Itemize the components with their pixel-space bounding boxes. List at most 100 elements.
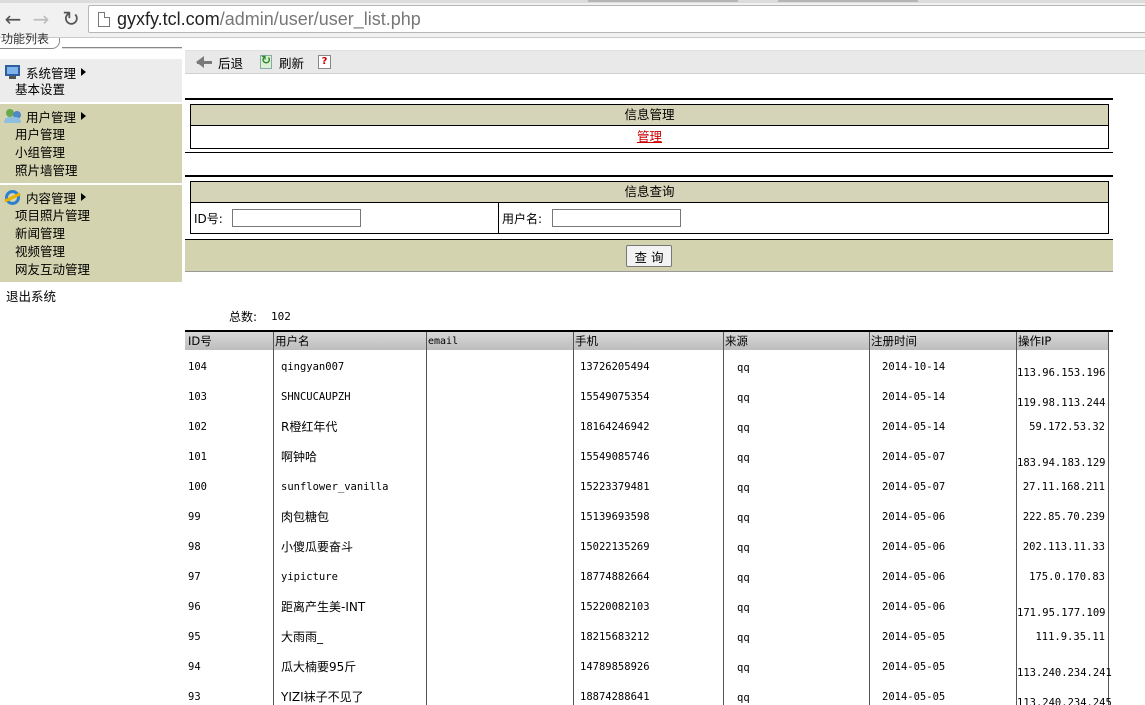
back-toolbar-button[interactable]: 后退 xyxy=(196,53,244,71)
reload-icon: ↻ xyxy=(62,7,80,31)
cell-id: 102 xyxy=(188,421,207,433)
cell-source: qq xyxy=(737,482,750,494)
tab-edge xyxy=(588,0,738,2)
column-header-id: ID号 xyxy=(188,334,212,348)
cell-phone: 13726205494 xyxy=(580,361,650,373)
address-bar[interactable]: gyxfy.tcl.com/admin/user/user_list.php xyxy=(88,5,1145,33)
cell-ip: 111.9.35.11 xyxy=(1035,631,1105,643)
column-header-phone: 手机 xyxy=(575,334,598,348)
cell-source: qq xyxy=(737,632,750,644)
cell-username: 瓜大楠要95斤 xyxy=(281,660,357,674)
reload-button[interactable]: ↻ xyxy=(60,8,82,30)
cell-source: qq xyxy=(737,392,750,404)
cell-phone: 18774882664 xyxy=(580,571,650,583)
id-input[interactable] xyxy=(232,209,361,227)
id-field-label: ID号: xyxy=(194,212,223,226)
table-row: 104 qingyan007 13726205494 qq 2014-10-14 113.… xyxy=(185,350,1109,380)
table-row: 94 瓜大楠要95斤 14789858926 qq 2014-05-05 113.240.… xyxy=(185,650,1112,680)
refresh-icon xyxy=(258,53,274,70)
cell-username: 小傻瓜要奋斗 xyxy=(281,540,354,554)
table-row: 101 啊钟哈 15549085746 qq 2014-05-07 183.94.183.… xyxy=(185,440,1109,470)
cell-ip: 27.11.168.211 xyxy=(1022,481,1105,493)
cell-source: qq xyxy=(737,662,750,674)
help-toolbar-button[interactable]: ? xyxy=(316,53,337,71)
cell-source: qq xyxy=(737,692,750,704)
users-icon xyxy=(4,108,22,124)
sidebar-item-project-photos[interactable]: 项目照片管理 xyxy=(15,207,90,225)
cell-ip: 113.96.153.196 xyxy=(1017,367,1106,379)
cell-ip: 202.113.11.33 xyxy=(1022,541,1105,553)
column-header-ip: 操作IP xyxy=(1018,334,1052,348)
cell-id: 97 xyxy=(188,571,201,583)
cell-username: yipicture xyxy=(281,571,338,583)
sidebar-item-user-management[interactable]: 用户管理 xyxy=(15,126,65,144)
search-button[interactable]: 查 询 xyxy=(626,245,672,267)
cell-id: 100 xyxy=(188,481,207,493)
cell-source: qq xyxy=(737,512,750,524)
table-row: 99 肉包糖包 15139693598 qq 2014-05-06 222.85.70.2… xyxy=(185,500,1109,530)
cell-reg-date: 2014-05-14 xyxy=(882,421,946,433)
cell-id: 99 xyxy=(188,511,201,523)
cell-username: qingyan007 xyxy=(281,361,345,373)
query-action-bar: 查 询 xyxy=(185,239,1113,272)
toolbar-back-label: 后退 xyxy=(218,55,244,71)
table-header: ID号 用户名 email 手机 来源 注册时间 操作IP xyxy=(185,332,1109,350)
forward-button[interactable]: → xyxy=(30,8,52,30)
sidebar-item-video[interactable]: 视频管理 xyxy=(15,243,65,261)
cell-reg-date: 2014-05-14 xyxy=(882,391,946,403)
sidebar-group-header-users[interactable]: 用户管理 xyxy=(4,107,87,125)
manage-link[interactable]: 管理 xyxy=(191,128,1108,146)
sidebar-item-group-management[interactable]: 小组管理 xyxy=(15,144,65,162)
sidebar-group-users: 用户管理 用户管理 小组管理 照片墙管理 xyxy=(0,104,182,183)
cell-id: 98 xyxy=(188,541,201,553)
table-row: 96 距离产生美-INT 15220082103 qq 2014-05-06 171.95… xyxy=(185,590,1109,620)
cell-source: qq xyxy=(737,602,750,614)
cell-ip: 113.240.234.241 xyxy=(1017,667,1112,679)
username-field-label: 用户名: xyxy=(502,212,543,226)
sidebar-group-system: 系统管理 基本设置 xyxy=(0,59,182,102)
ie-icon xyxy=(4,189,22,205)
cell-username: SHNCUCAUPZH xyxy=(281,391,351,403)
cell-username: 距离产生美-INT xyxy=(281,600,366,614)
sidebar-item-interaction[interactable]: 网友互动管理 xyxy=(15,261,90,279)
sidebar-item-news[interactable]: 新闻管理 xyxy=(15,225,65,243)
cell-phone: 18874288641 xyxy=(580,691,650,703)
sidebar-item-photo-wall[interactable]: 照片墙管理 xyxy=(15,162,78,180)
url-path: /admin/user/user_list.php xyxy=(219,9,421,29)
cell-id: 94 xyxy=(188,661,201,673)
cell-phone: 18164246942 xyxy=(580,421,650,433)
query-top-rule xyxy=(185,175,1113,177)
panel-bottom-rule xyxy=(185,152,1113,153)
url-text[interactable]: gyxfy.tcl.com/admin/user/user_list.php xyxy=(117,9,421,30)
refresh-toolbar-button[interactable]: 刷新 xyxy=(258,53,304,71)
cell-phone: 15139693598 xyxy=(580,511,650,523)
page-icon xyxy=(98,12,110,27)
cell-phone: 15223379481 xyxy=(580,481,650,493)
cell-source: qq xyxy=(737,452,750,464)
table-row: 98 小傻瓜要奋斗 15022135269 qq 2014-05-06 202.113.1… xyxy=(185,530,1109,560)
cell-source: qq xyxy=(737,572,750,584)
cell-ip: 171.95.177.109 xyxy=(1017,607,1106,619)
logout-link[interactable]: 退出系统 xyxy=(6,289,56,305)
sidebar-item-basic-settings[interactable]: 基本设置 xyxy=(15,81,65,99)
cell-phone: 15549085746 xyxy=(580,451,650,463)
cell-username: YIZI袜子不见了 xyxy=(281,690,364,704)
column-header-username: 用户名 xyxy=(275,334,310,348)
cell-source: qq xyxy=(737,422,750,434)
main-content: 后退 刷新 ? 信息管理 管理 信息查询 ID号: 用户名: 查 询 总数: 1… xyxy=(185,38,1145,705)
cell-ip: 119.98.113.244 xyxy=(1017,397,1106,409)
cell-ip: 113.240.234.245 xyxy=(1017,697,1112,705)
back-button[interactable]: ← xyxy=(2,8,24,30)
sidebar-group-header-content[interactable]: 内容管理 xyxy=(4,188,87,206)
arrow-left-icon: ← xyxy=(4,7,22,31)
username-input[interactable] xyxy=(552,209,681,227)
browser-chrome: ← → ↻ gyxfy.tcl.com/admin/user/user_list… xyxy=(0,0,1145,38)
cell-phone: 18215683212 xyxy=(580,631,650,643)
cell-ip: 222.85.70.239 xyxy=(1022,511,1105,523)
info-management-panel: 信息管理 管理 xyxy=(190,104,1109,149)
cell-username: 啊钟哈 xyxy=(281,450,318,464)
table-row: 103 SHNCUCAUPZH 15549075354 qq 2014-05-14 119… xyxy=(185,380,1109,410)
sidebar-group-header-system[interactable]: 系统管理 xyxy=(4,63,87,81)
cell-id: 96 xyxy=(188,601,201,613)
table-row: 97 yipicture 18774882664 qq 2014-05-06 175.0.… xyxy=(185,560,1109,590)
